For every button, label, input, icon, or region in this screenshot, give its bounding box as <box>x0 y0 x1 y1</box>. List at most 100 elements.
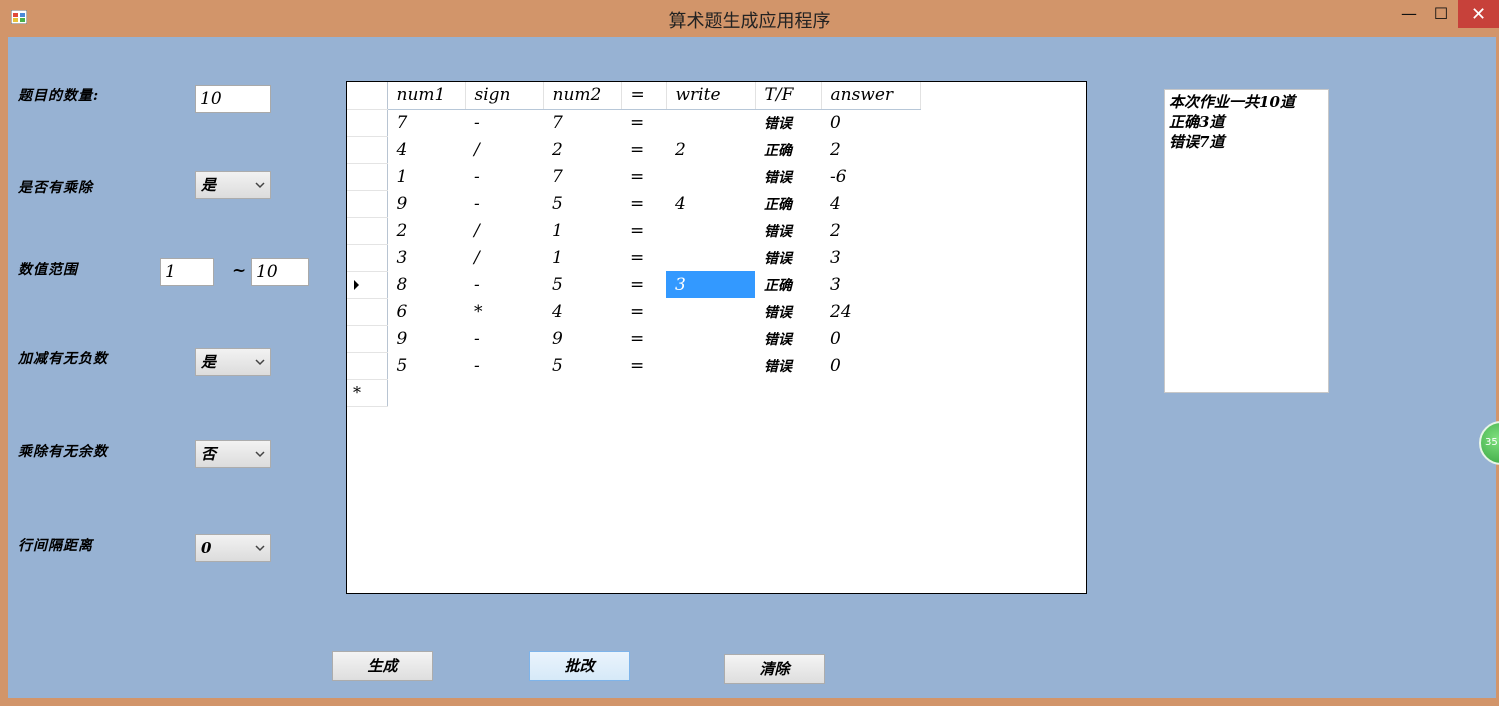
maximize-button[interactable]: ☐ <box>1426 0 1456 26</box>
cell-num1[interactable]: 8 <box>387 271 465 298</box>
cell-sign[interactable]: - <box>465 352 543 379</box>
remainder-select[interactable]: 否 <box>195 440 271 468</box>
cell-tf[interactable]: 错误 <box>755 109 821 136</box>
cell-write[interactable] <box>666 298 755 325</box>
cell-equals[interactable]: = <box>621 352 666 379</box>
cell-num2[interactable]: 7 <box>543 163 621 190</box>
cell-answer[interactable]: 3 <box>821 271 920 298</box>
cell-sign[interactable]: * <box>465 298 543 325</box>
cell-num1[interactable]: 2 <box>387 217 465 244</box>
cell-answer[interactable]: 4 <box>821 190 920 217</box>
cell-num2[interactable]: 1 <box>543 244 621 271</box>
row-header[interactable] <box>347 136 388 164</box>
cell-num2[interactable]: 9 <box>543 325 621 352</box>
cell-num2[interactable]: 5 <box>543 271 621 298</box>
row-header[interactable] <box>347 217 388 245</box>
minimize-button[interactable]: — <box>1392 0 1426 26</box>
cell-answer[interactable]: 0 <box>821 109 920 136</box>
cell-num2[interactable]: 1 <box>543 217 621 244</box>
row-header[interactable] <box>347 244 388 272</box>
cell-write[interactable] <box>666 244 755 271</box>
row-header[interactable] <box>347 190 388 218</box>
table-row[interactable]: 2 / 1 = 错误 2 <box>347 217 920 245</box>
cell-write[interactable]: 4 <box>666 190 755 217</box>
table-row[interactable]: 9 - 5 = 4 正确 4 <box>347 190 920 218</box>
cell-num1[interactable]: 1 <box>387 163 465 190</box>
table-row[interactable]: 7 - 7 = 错误 0 <box>347 109 920 137</box>
cell-num1[interactable]: 6 <box>387 298 465 325</box>
cell-tf[interactable]: 错误 <box>755 163 821 190</box>
cell-sign[interactable]: - <box>465 109 543 136</box>
row-header[interactable] <box>347 298 388 326</box>
new-row-header[interactable]: * <box>347 379 388 407</box>
cell-tf[interactable]: 错误 <box>755 325 821 352</box>
cell-num1[interactable]: 5 <box>387 352 465 379</box>
cell-equals[interactable]: = <box>621 325 666 352</box>
table-row[interactable]: 9 - 9 = 错误 0 <box>347 325 920 353</box>
cell-equals[interactable]: = <box>621 109 666 136</box>
column-header-num2[interactable]: num2 <box>543 82 622 110</box>
table-row[interactable]: 4 / 2 = 2 正确 2 <box>347 136 920 164</box>
cell-write[interactable]: 2 <box>666 136 755 163</box>
row-header-corner[interactable] <box>347 82 388 110</box>
cell-sign[interactable]: - <box>465 190 543 217</box>
cell-sign[interactable]: - <box>465 163 543 190</box>
table-row[interactable]: 1 - 7 = 错误 -6 <box>347 163 920 191</box>
cell-tf[interactable]: 错误 <box>755 244 821 271</box>
column-header-sign[interactable]: sign <box>465 82 544 110</box>
cell-answer[interactable]: 2 <box>821 136 920 163</box>
cell-equals[interactable]: = <box>621 163 666 190</box>
cell-equals[interactable]: = <box>621 190 666 217</box>
range-min-input[interactable]: 1 <box>160 258 214 286</box>
cell-sign[interactable]: - <box>465 271 543 298</box>
cell-sign[interactable]: - <box>465 325 543 352</box>
cell-num1[interactable]: 3 <box>387 244 465 271</box>
title-bar[interactable]: 算术题生成应用程序 — ☐ ✕ <box>0 0 1499 36</box>
table-row[interactable]: 5 - 5 = 错误 0 <box>347 352 920 380</box>
cell-answer[interactable]: 0 <box>821 325 920 352</box>
spacing-select[interactable]: 0 <box>195 534 271 562</box>
new-row[interactable]: * <box>347 379 920 407</box>
cell-num2[interactable]: 4 <box>543 298 621 325</box>
table-row-current[interactable]: 8 - 5 = 3 正确 3 <box>347 271 920 299</box>
cell-num2[interactable]: 5 <box>543 352 621 379</box>
cell-num2[interactable]: 7 <box>543 109 621 136</box>
cell-num1[interactable]: 7 <box>387 109 465 136</box>
column-header-num1[interactable]: num1 <box>387 82 466 110</box>
cell-equals[interactable]: = <box>621 136 666 163</box>
row-header[interactable] <box>347 163 388 191</box>
table-row[interactable]: 6 * 4 = 错误 24 <box>347 298 920 326</box>
cell-equals[interactable]: = <box>621 217 666 244</box>
column-header-equals[interactable]: = <box>621 82 667 110</box>
column-header-write[interactable]: write <box>666 82 756 110</box>
row-header[interactable] <box>347 325 388 353</box>
muldiv-select[interactable]: 是 <box>195 171 271 199</box>
table-row[interactable]: 3 / 1 = 错误 3 <box>347 244 920 272</box>
cell-answer[interactable]: 24 <box>821 298 920 325</box>
cell-tf[interactable]: 正确 <box>755 271 821 298</box>
cell-write[interactable] <box>666 217 755 244</box>
cell-equals[interactable]: = <box>621 244 666 271</box>
cell-tf[interactable]: 错误 <box>755 298 821 325</box>
cell-tf[interactable]: 正确 <box>755 136 821 163</box>
cell-equals[interactable]: = <box>621 271 666 298</box>
row-header[interactable] <box>347 109 388 137</box>
cell-num1[interactable]: 9 <box>387 325 465 352</box>
close-button[interactable]: ✕ <box>1458 0 1499 28</box>
cell-num1[interactable]: 9 <box>387 190 465 217</box>
cell-tf[interactable]: 错误 <box>755 352 821 379</box>
negative-select[interactable]: 是 <box>195 348 271 376</box>
count-input[interactable]: 10 <box>195 85 271 113</box>
cell-sign[interactable]: / <box>465 136 543 163</box>
column-header-tf[interactable]: T/F <box>755 82 822 110</box>
cell-num1[interactable]: 4 <box>387 136 465 163</box>
generate-button[interactable]: 生成 <box>332 651 433 681</box>
cell-answer[interactable]: -6 <box>821 163 920 190</box>
cell-write[interactable] <box>666 352 755 379</box>
cell-tf[interactable]: 错误 <box>755 217 821 244</box>
column-header-answer[interactable]: answer <box>821 82 921 110</box>
cell-write[interactable] <box>666 109 755 136</box>
cell-answer[interactable]: 3 <box>821 244 920 271</box>
cell-tf[interactable]: 正确 <box>755 190 821 217</box>
grade-button[interactable]: 批改 <box>529 651 630 681</box>
